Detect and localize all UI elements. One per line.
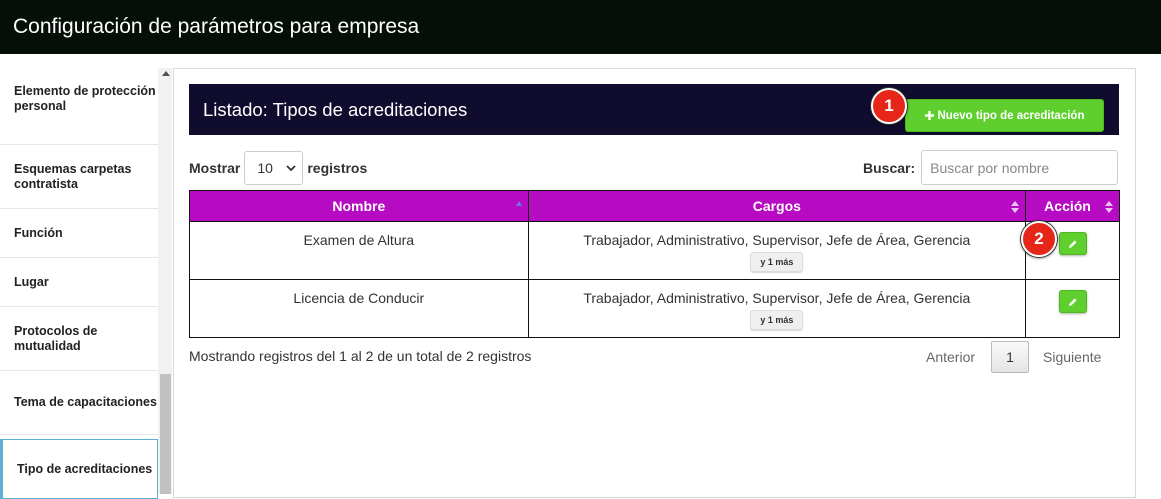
more-cargos-button[interactable]: y 1 más <box>750 310 804 330</box>
pagination: Anterior 1 Siguiente <box>912 341 1115 373</box>
new-button-label: Nuevo tipo de acreditación <box>937 109 1085 122</box>
next-page-button[interactable]: Siguiente <box>1029 349 1115 365</box>
page-button-1[interactable]: 1 <box>991 341 1030 373</box>
column-label: Acción <box>1044 198 1091 214</box>
column-label: Cargos <box>752 198 801 214</box>
column-header-accion[interactable]: Acción <box>1025 190 1120 222</box>
edit-button[interactable] <box>1058 232 1087 255</box>
list-title: Listado: Tipos de acreditaciones <box>203 98 468 120</box>
sidebar: Elemento de protección personal Esquemas… <box>0 54 172 499</box>
length-suffix: registros <box>307 160 368 176</box>
pencil-icon <box>1068 297 1077 306</box>
sidebar-item-label: Tipo de acreditaciones <box>17 461 153 476</box>
sort-icon <box>1105 201 1113 213</box>
sidebar-item-tema[interactable]: Tema de capacitaciones <box>0 371 158 435</box>
sort-icon <box>1011 201 1020 213</box>
page-length-control: Mostrar 10 registros <box>189 151 367 185</box>
edit-button[interactable] <box>1058 290 1087 313</box>
search-control: Buscar: <box>863 150 1119 185</box>
sidebar-list: Elemento de protección personal Esquemas… <box>0 54 158 499</box>
cargos-text: Trabajador, Administrativo, Supervisor, … <box>583 232 971 248</box>
column-header-nombre[interactable]: Nombre <box>189 190 529 222</box>
sidebar-item-label: Elemento de protección personal <box>14 84 156 113</box>
step-badge-2: 2 <box>1021 221 1057 257</box>
sort-asc-icon <box>515 201 522 206</box>
page-title: Configuración de parámetros para empresa <box>13 15 420 38</box>
column-label: Nombre <box>332 198 386 214</box>
chevron-down-icon <box>286 164 296 171</box>
pencil-icon <box>1068 239 1077 248</box>
table-info: Mostrando registros del 1 al 2 de un tot… <box>189 348 532 364</box>
sidebar-item-label: Protocolos de mutualidad <box>14 323 98 353</box>
sidebar-item-funcion[interactable]: Función <box>0 209 158 258</box>
cell-accion <box>1025 279 1120 338</box>
sidebar-item-lugar[interactable]: Lugar <box>0 258 158 307</box>
table-row: Examen de Altura Trabajador, Administrat… <box>189 221 1120 280</box>
cell-cargos: Trabajador, Administrativo, Supervisor, … <box>527 279 1027 338</box>
search-input[interactable] <box>921 150 1119 185</box>
cell-cargos: Trabajador, Administrativo, Supervisor, … <box>527 221 1027 280</box>
cell-nombre: Licencia de Conducir <box>189 279 529 338</box>
length-prefix: Mostrar <box>189 160 241 176</box>
sidebar-item-tipo-acreditaciones[interactable]: Tipo de acreditaciones <box>0 439 158 499</box>
search-label: Buscar: <box>863 159 916 176</box>
scroll-up-arrow-icon[interactable] <box>162 71 170 76</box>
sidebar-item-label: Función <box>14 225 63 240</box>
plus-icon <box>924 111 934 120</box>
sidebar-item-label: Lugar <box>14 274 49 289</box>
sidebar-item-epp[interactable]: Elemento de protección personal <box>0 54 158 145</box>
sidebar-scroll-thumb[interactable] <box>160 374 171 494</box>
page-length-select[interactable]: 10 <box>244 151 304 185</box>
more-cargos-button[interactable]: y 1 más <box>750 252 804 272</box>
sidebar-item-esquemas[interactable]: Esquemas carpetas contratista <box>0 145 158 209</box>
table-header-row: Nombre Cargos Acción <box>189 190 1120 222</box>
accreditations-table: Nombre Cargos Acción Examen de Altura Tr… <box>189 190 1120 338</box>
column-header-cargos[interactable]: Cargos <box>527 190 1027 222</box>
step-badge-1: 1 <box>871 88 907 124</box>
page-length-value: 10 <box>257 160 273 176</box>
cargos-text: Trabajador, Administrativo, Supervisor, … <box>583 290 971 306</box>
new-accreditation-type-button[interactable]: Nuevo tipo de acreditación <box>905 99 1104 132</box>
cell-nombre: Examen de Altura <box>189 221 529 280</box>
sidebar-item-label: Esquemas carpetas contratista <box>14 161 132 191</box>
sidebar-item-label: Tema de capacitaciones <box>14 395 157 409</box>
sidebar-item-protocolos[interactable]: Protocolos de mutualidad <box>0 307 158 371</box>
table-row: Licencia de Conducir Trabajador, Adminis… <box>189 279 1120 338</box>
previous-page-button[interactable]: Anterior <box>912 349 991 365</box>
top-bar: Configuración de parámetros para empresa <box>0 0 1161 54</box>
